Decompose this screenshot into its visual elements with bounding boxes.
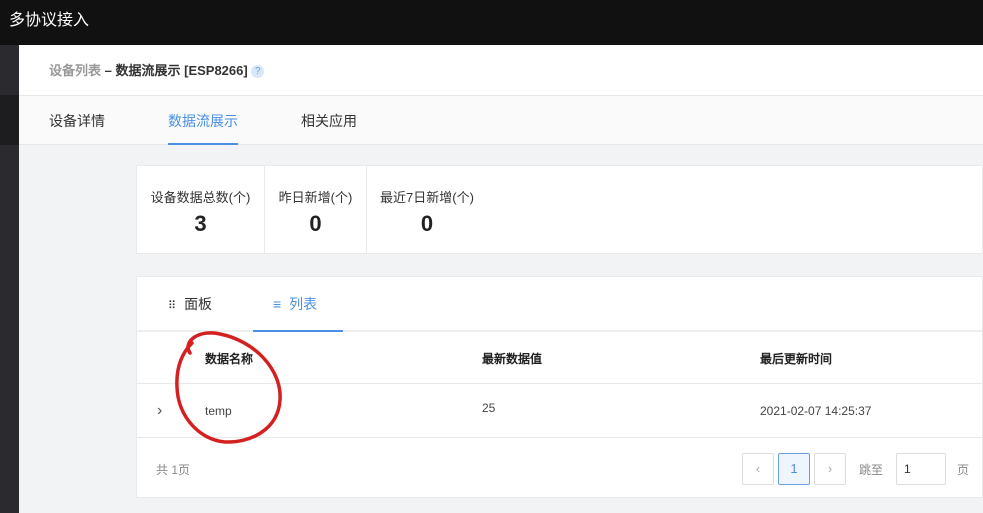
list-icon: ≡ — [273, 296, 282, 312]
stat-total: 设备数据总数(个) 3 — [137, 166, 265, 253]
tab-panel[interactable]: ⠿ 面板 — [168, 277, 212, 332]
cell-time: 2021-02-07 14:25:37 — [760, 404, 872, 418]
stats-card: 设备数据总数(个) 3 昨日新增(个) 0 最近7日新增(个) 0 — [136, 165, 983, 254]
sidebar-active-item[interactable] — [0, 95, 19, 145]
stat-value: 3 — [194, 211, 207, 236]
tab-data-stream[interactable]: 数据流展示 — [168, 96, 238, 145]
column-header-value[interactable]: 最新数据值 — [482, 334, 542, 384]
stat-value: 0 — [309, 211, 322, 236]
page-suffix: 页 — [957, 463, 970, 477]
next-page-button[interactable]: › — [814, 453, 846, 485]
help-icon[interactable]: ? — [251, 65, 265, 79]
stat-7days: 最近7日新增(个) 0 — [367, 166, 487, 253]
expand-chevron-icon[interactable]: › — [157, 384, 162, 438]
cell-value: 25 — [482, 401, 496, 415]
page-1-button[interactable]: 1 — [778, 453, 810, 485]
tab-label: 面板 — [184, 296, 213, 312]
tab-label: 列表 — [289, 296, 318, 312]
stat-label: 最近7日新增(个) — [380, 190, 474, 205]
breadcrumb: 设备列表 – 数据流展示 [ESP8266] ? — [19, 45, 983, 96]
breadcrumb-separator: – — [104, 63, 112, 78]
grid-icon: ⠿ — [168, 300, 177, 312]
stat-label: 昨日新增(个) — [278, 190, 353, 205]
column-header-time[interactable]: 最后更新时间 — [760, 334, 832, 384]
stat-label: 设备数据总数(个) — [150, 190, 251, 205]
tab-device-detail[interactable]: 设备详情 — [49, 96, 105, 145]
detail-tabs: 设备详情 数据流展示 相关应用 — [19, 96, 983, 145]
red-circle-annotation — [175, 331, 282, 444]
breadcrumb-parent[interactable]: 设备列表 — [49, 63, 101, 78]
sidebar — [0, 45, 19, 513]
tab-list[interactable]: ≡ 列表 — [253, 277, 343, 332]
stat-value: 0 — [420, 211, 434, 236]
page-total: 共 1页 — [156, 463, 191, 477]
jump-page-input[interactable]: 1 — [896, 453, 946, 485]
app-title: 多协议接入 — [0, 0, 983, 45]
jump-label: 跳至 — [859, 463, 884, 477]
stat-yesterday: 昨日新增(个) 0 — [265, 166, 367, 253]
tab-related-apps[interactable]: 相关应用 — [301, 96, 357, 145]
breadcrumb-current: 数据流展示 [ESP8266] — [115, 63, 248, 78]
prev-page-button[interactable]: ‹ — [742, 453, 774, 485]
